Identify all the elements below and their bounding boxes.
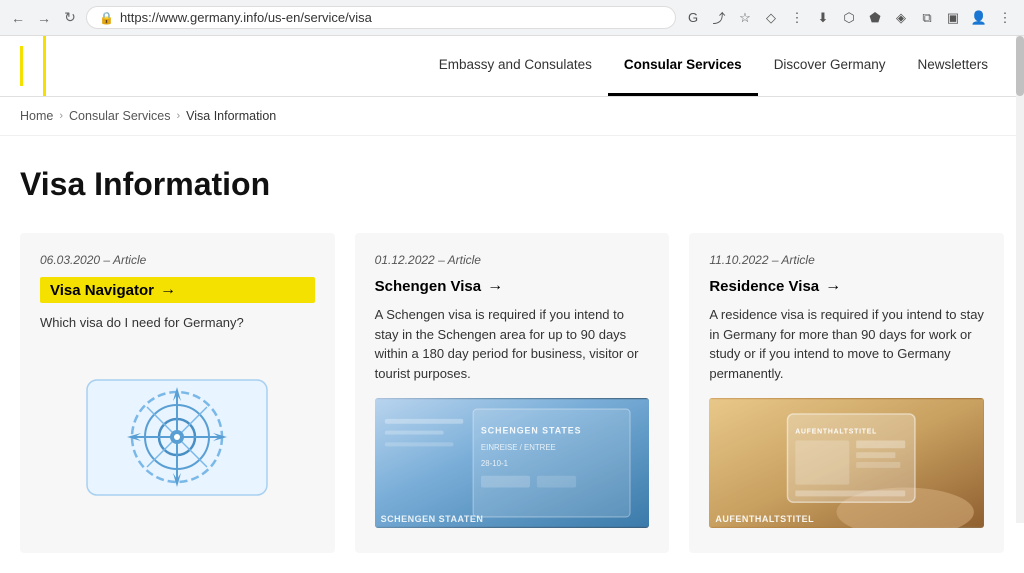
cards-container: 06.03.2020 – Article Visa Navigator → Wh… [0,223,1024,573]
url-text: https://www.germany.info/us-en/service/v… [120,10,372,25]
share-icon[interactable]: ⤴ [708,7,730,29]
back-button[interactable]: ← [8,8,28,28]
card-1-image [40,343,315,534]
card-3-title: Residence Visa [709,278,819,295]
residence-stamp-text: AUFENTHALTSTITEL [709,510,820,528]
card-2-image: SCHENGEN STATES EINREISE / ENTREE 28-10-… [375,393,650,533]
breadcrumb-sep-2: › [176,110,180,122]
card-visa-navigator: 06.03.2020 – Article Visa Navigator → Wh… [20,233,335,553]
card-2-arrow: → [487,277,503,295]
card-2-date: 01.12.2022 – Article [375,253,650,267]
google-icon[interactable]: G [682,7,704,29]
card-3-description: A residence visa is required if you inte… [709,305,984,383]
schengen-photo: SCHENGEN STATES EINREISE / ENTREE 28-10-… [375,398,650,528]
vpn-icon[interactable]: ◇ [760,7,782,29]
card-residence: 11.10.2022 – Article Residence Visa → A … [689,233,1004,553]
extension-icon-1[interactable]: ⬡ [838,7,860,29]
forward-button[interactable]: → [34,8,54,28]
card-1-title-link[interactable]: Visa Navigator → [40,277,315,303]
residence-photo: AUFENTHALTSTITEL AUFENTHALTSTITEL [709,398,984,528]
visa-navigator-illustration [40,373,315,503]
card-3-arrow: → [825,277,841,295]
svg-text:28-10-1: 28-10-1 [481,459,508,468]
page-title-area: Visa Information [0,136,1024,223]
reload-button[interactable]: ↻ [60,8,80,28]
address-bar[interactable]: 🔒 https://www.germany.info/us-en/service… [86,6,676,29]
breadcrumb-section[interactable]: Consular Services [69,109,170,123]
schengen-stamp-text: SCHENGEN STAATEN [375,510,490,528]
card-3-image: AUFENTHALTSTITEL AUFENTHALTSTITEL [709,393,984,533]
card-1-title: Visa Navigator [50,282,154,299]
more-options[interactable]: ⋮ [994,7,1016,29]
nav-newsletters[interactable]: Newsletters [901,36,1004,96]
bookmark-icon[interactable]: ☆ [734,7,756,29]
screen-icon[interactable]: ▣ [942,7,964,29]
svg-text:SCHENGEN STATES: SCHENGEN STATES [481,426,582,436]
puzzle-icon[interactable]: ⧉ [916,7,938,29]
card-1-arrow: → [160,281,176,299]
breadcrumb-home[interactable]: Home [20,109,53,123]
card-1-date: 06.03.2020 – Article [40,253,315,267]
breadcrumb-current: Visa Information [186,109,276,123]
logo-bar [20,46,23,86]
browser-chrome: ← → ↻ 🔒 https://www.germany.info/us-en/s… [0,0,1024,36]
card-schengen: 01.12.2022 – Article Schengen Visa → A S… [355,233,670,553]
logo-area [20,36,46,96]
extension-icon-2[interactable]: ⬟ [864,7,886,29]
card-2-title-link[interactable]: Schengen Visa → [375,277,650,295]
menu-icon[interactable]: ⋮ [786,7,808,29]
download-icon[interactable]: ⬇ [812,7,834,29]
scrollbar-thumb[interactable] [1016,36,1024,96]
card-2-title: Schengen Visa [375,278,481,295]
lock-icon: 🔒 [99,11,114,25]
browser-icons: G ⤴ ☆ ◇ ⋮ ⬇ ⬡ ⬟ ◈ ⧉ ▣ 👤 ⋮ [682,7,1016,29]
svg-text:AUFENTHALTSTITEL: AUFENTHALTSTITEL [796,429,878,436]
main-nav: Embassy and Consulates Consular Services… [423,36,1004,96]
breadcrumb-sep-1: › [59,110,63,122]
card-1-description: Which visa do I need for Germany? [40,313,315,333]
profile-icon[interactable]: 👤 [968,7,990,29]
card-3-date: 11.10.2022 – Article [709,253,984,267]
site-wrapper: Embassy and Consulates Consular Services… [0,36,1024,573]
nav-embassy[interactable]: Embassy and Consulates [423,36,608,96]
top-nav: Embassy and Consulates Consular Services… [0,36,1024,97]
card-2-description: A Schengen visa is required if you inten… [375,305,650,383]
extension-icon-3[interactable]: ◈ [890,7,912,29]
svg-text:EINREISE / ENTREE: EINREISE / ENTREE [481,443,556,452]
page-title: Visa Information [20,166,1004,203]
nav-consular[interactable]: Consular Services [608,36,758,96]
nav-discover[interactable]: Discover Germany [758,36,902,96]
breadcrumb: Home › Consular Services › Visa Informat… [0,97,1024,136]
scrollbar[interactable] [1016,36,1024,523]
card-3-title-link[interactable]: Residence Visa → [709,277,984,295]
